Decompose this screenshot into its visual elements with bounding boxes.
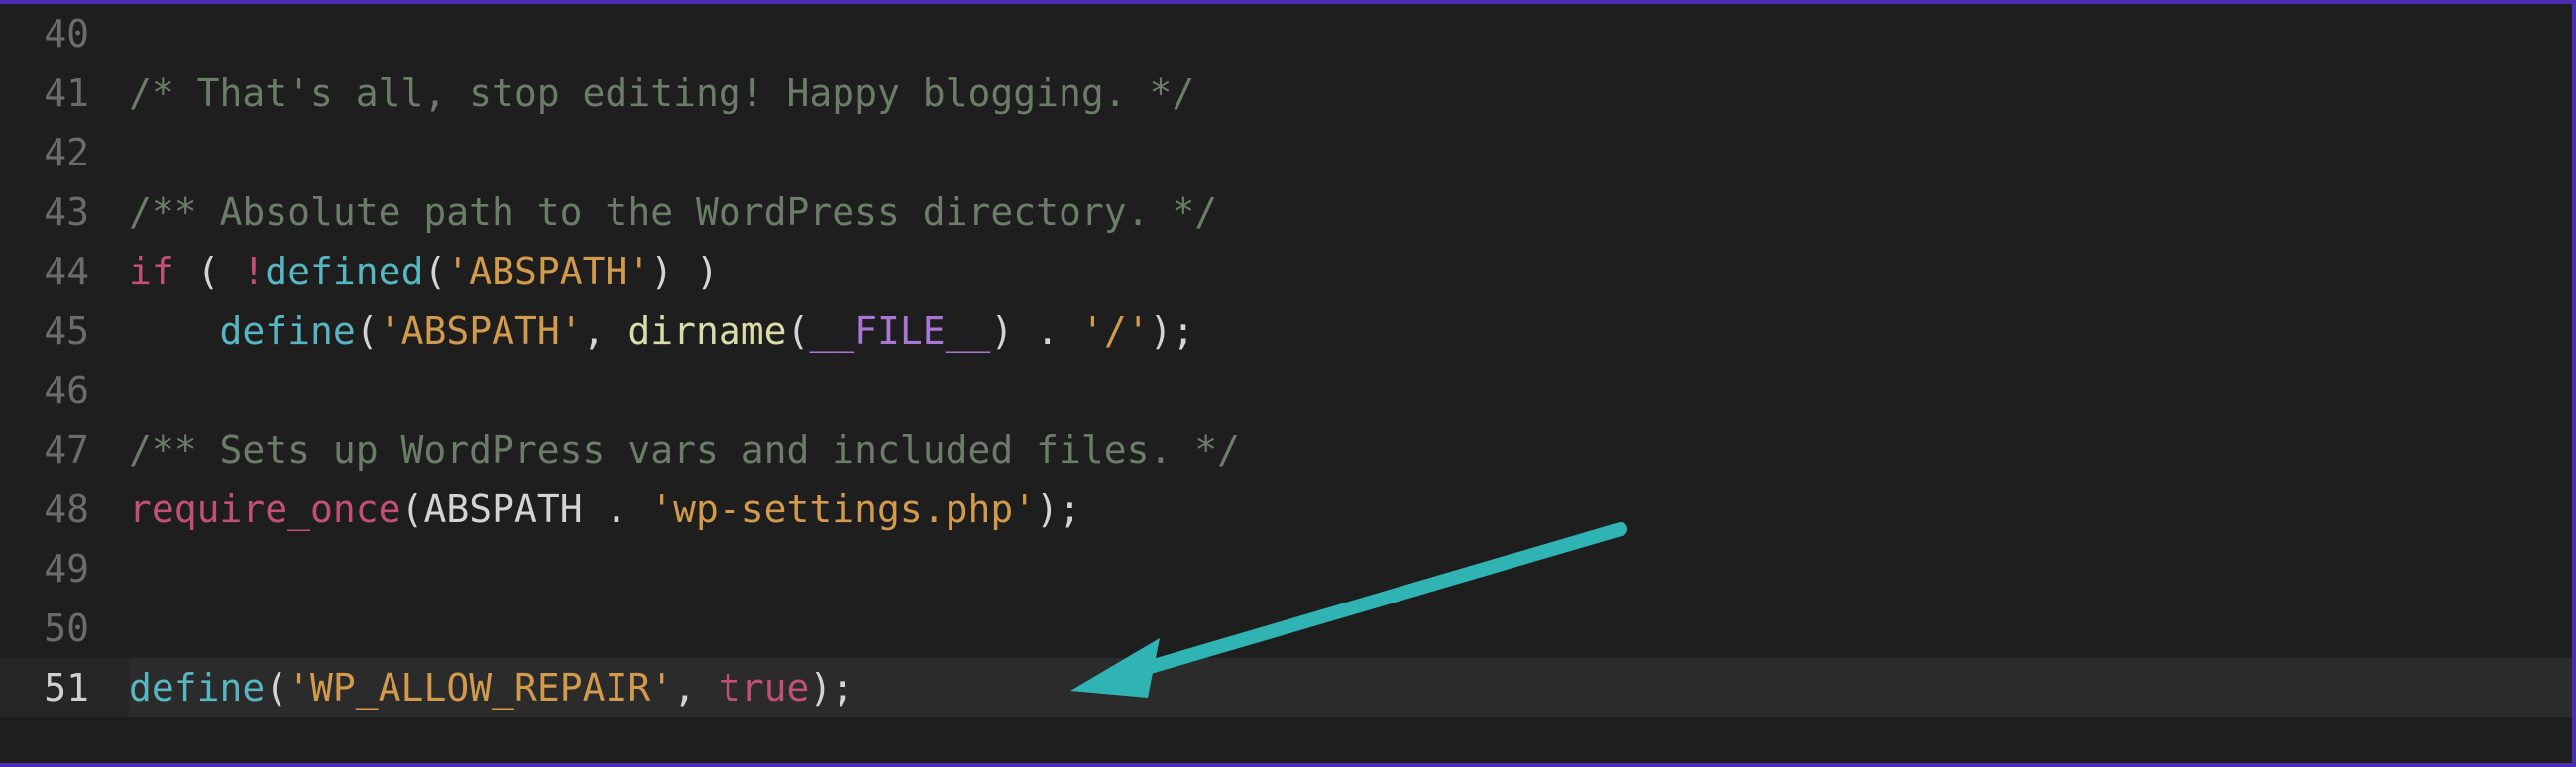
code-token: if <box>129 250 174 293</box>
code-token: ( <box>423 250 446 293</box>
code-token: ( <box>356 309 379 353</box>
code-token: true <box>719 666 810 710</box>
code-line[interactable] <box>129 361 2572 420</box>
code-line[interactable] <box>129 599 2572 658</box>
code-token: ( <box>787 309 810 353</box>
code-token: define <box>129 666 265 710</box>
code-token: 'ABSPATH' <box>379 309 583 353</box>
code-token: . <box>583 488 651 531</box>
code-line[interactable]: if ( !defined('ABSPATH') ) <box>129 242 2572 301</box>
code-token: ( <box>265 666 287 710</box>
line-number-gutter: 404142434445464748495051 <box>0 4 109 717</box>
line-number: 45 <box>0 301 89 361</box>
line-number: 48 <box>0 480 89 539</box>
line-number: 47 <box>0 420 89 480</box>
code-token: , <box>673 666 719 710</box>
code-line[interactable]: /** Sets up WordPress vars and included … <box>129 420 2572 480</box>
code-line[interactable] <box>129 123 2572 182</box>
code-token: defined <box>265 250 423 293</box>
line-number: 41 <box>0 63 89 123</box>
line-number: 42 <box>0 123 89 182</box>
code-token: ) . <box>990 309 1081 353</box>
code-token: /** Sets up WordPress vars and included … <box>129 428 1240 472</box>
code-token: require_once <box>129 488 401 531</box>
code-token: ); <box>1036 488 1081 531</box>
code-token: ( <box>401 488 424 531</box>
code-token: ! <box>242 250 265 293</box>
code-token: ABSPATH <box>423 488 582 531</box>
code-token: /** Absolute path to the WordPress direc… <box>129 190 1217 234</box>
code-line[interactable]: /** Absolute path to the WordPress direc… <box>129 182 2572 242</box>
code-area[interactable]: /* That's all, stop editing! Happy blogg… <box>129 4 2572 717</box>
line-number: 44 <box>0 242 89 301</box>
code-line[interactable] <box>129 539 2572 599</box>
line-number: 50 <box>0 599 89 658</box>
code-token: ); <box>809 666 854 710</box>
code-token: 'ABSPATH' <box>446 250 650 293</box>
code-token: ( <box>174 250 243 293</box>
code-line[interactable]: define('ABSPATH', dirname(__FILE__) . '/… <box>129 301 2572 361</box>
line-number: 43 <box>0 182 89 242</box>
code-token: ); <box>1150 309 1195 353</box>
line-number: 49 <box>0 539 89 599</box>
line-number: 46 <box>0 361 89 420</box>
code-line[interactable] <box>129 4 2572 63</box>
code-token: __FILE__ <box>809 309 990 353</box>
code-token: 'WP_ALLOW_REPAIR' <box>287 666 673 710</box>
code-line[interactable]: define('WP_ALLOW_REPAIR', true); <box>129 658 2572 717</box>
code-token: /* That's all, stop editing! Happy blogg… <box>129 71 1194 115</box>
code-editor[interactable]: 404142434445464748495051 /* That's all, … <box>0 0 2576 767</box>
code-line[interactable]: require_once(ABSPATH . 'wp-settings.php'… <box>129 480 2572 539</box>
code-token: 'wp-settings.php' <box>650 488 1036 531</box>
code-token: dirname <box>627 309 786 353</box>
line-number: 40 <box>0 4 89 63</box>
code-token: define <box>220 309 356 353</box>
code-token: '/' <box>1081 309 1150 353</box>
code-line[interactable]: /* That's all, stop editing! Happy blogg… <box>129 63 2572 123</box>
code-token <box>129 309 220 353</box>
code-token: ) ) <box>650 250 719 293</box>
line-number: 51 <box>0 658 89 717</box>
code-token: , <box>583 309 628 353</box>
